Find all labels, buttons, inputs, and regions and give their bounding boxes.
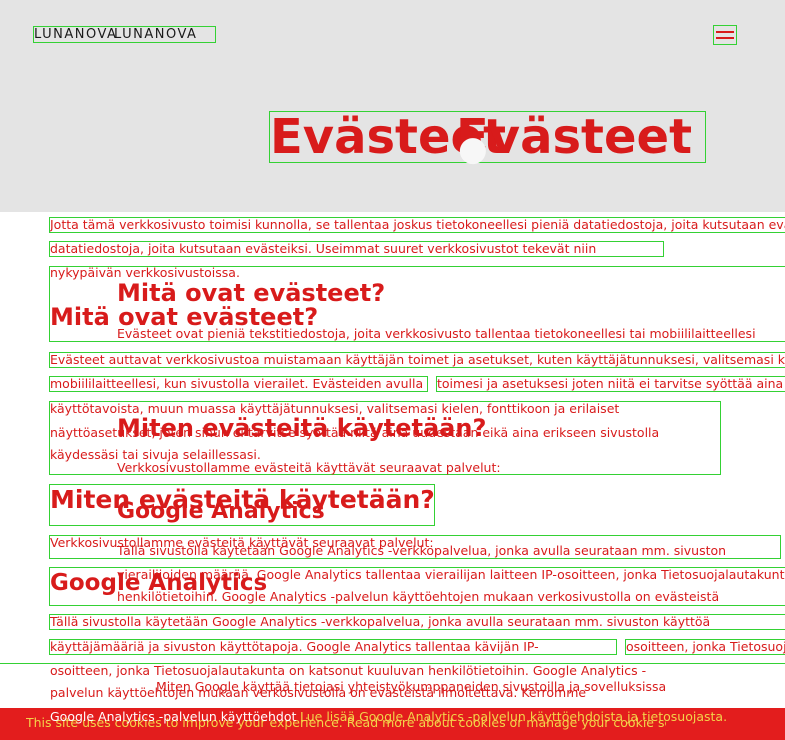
hamburger-menu-icon[interactable] <box>713 25 737 45</box>
logo-text: LUNANOVA <box>34 27 118 42</box>
section-paragraph-line: toimesi ja asetuksesi joten niitä ei tar… <box>436 376 785 392</box>
how-cookies-used-heading: Miten evästeitä käytetään? Google Analyt… <box>49 484 435 526</box>
site-logo[interactable]: LUNANOVA LUNANOVA <box>33 26 216 43</box>
hero-section: LUNANOVA LUNANOVA Evästeet Evästeet ● <box>0 0 785 212</box>
section-paragraph-line: mobiililaitteellesi, kun sivustolla vier… <box>49 376 428 392</box>
title-overlay-glyph: ● <box>458 129 488 169</box>
logo-text-duplicate: LUNANOVA <box>114 27 198 42</box>
section-paragraph-line: käyttäjämääriä ja sivuston käyttötapoja.… <box>49 639 617 655</box>
section-heading-overlay: Google Analytics <box>117 499 325 524</box>
paragraph-block: käyttötavoista, muun muassa käyttäjätunn… <box>49 401 721 475</box>
section-paragraph-line: Tällä sivustolla käytetään Google Analyt… <box>49 614 785 630</box>
more-info-link[interactable]: Lue lisää Google Analytics -palvelun käy… <box>300 710 780 724</box>
what-are-cookies-section: Mitä ovat evästeet? Mitä ovat evästeet? … <box>49 266 785 342</box>
section-paragraph-line: Evästeet ovat pieniä tekstitiedostoja, j… <box>117 327 756 341</box>
menu-bar <box>716 37 734 39</box>
page-title: Evästeet Evästeet ● <box>269 109 706 169</box>
page-title-duplicate: Evästeet <box>456 109 693 165</box>
intro-paragraph-line: datatiedostoja, joita kutsutaan evästeik… <box>49 241 664 257</box>
cookie-consent-bar: This site uses cookies to improve your e… <box>0 708 785 740</box>
paragraph-block: Verkkosivustollamme evästeitä käyttävät … <box>49 535 781 559</box>
paragraph-block: osoitteen, jonka Tietosuojalautakunta on… <box>0 663 785 709</box>
intro-paragraph-line: Jotta tämä verkkosivusto toimisi kunnoll… <box>49 217 785 233</box>
menu-bar <box>716 31 734 33</box>
section-paragraph-line: osoitteen, jonka Tietosuojalautakunta on… <box>625 639 785 655</box>
section-paragraph-line: Verkkosivustollamme evästeitä käyttävät … <box>117 461 501 475</box>
section-paragraph-line: Evästeet auttavat verkkosivustoa muistam… <box>49 352 785 368</box>
google-analytics-section: vierailijoiden määrää. Google Analytics … <box>49 567 785 606</box>
